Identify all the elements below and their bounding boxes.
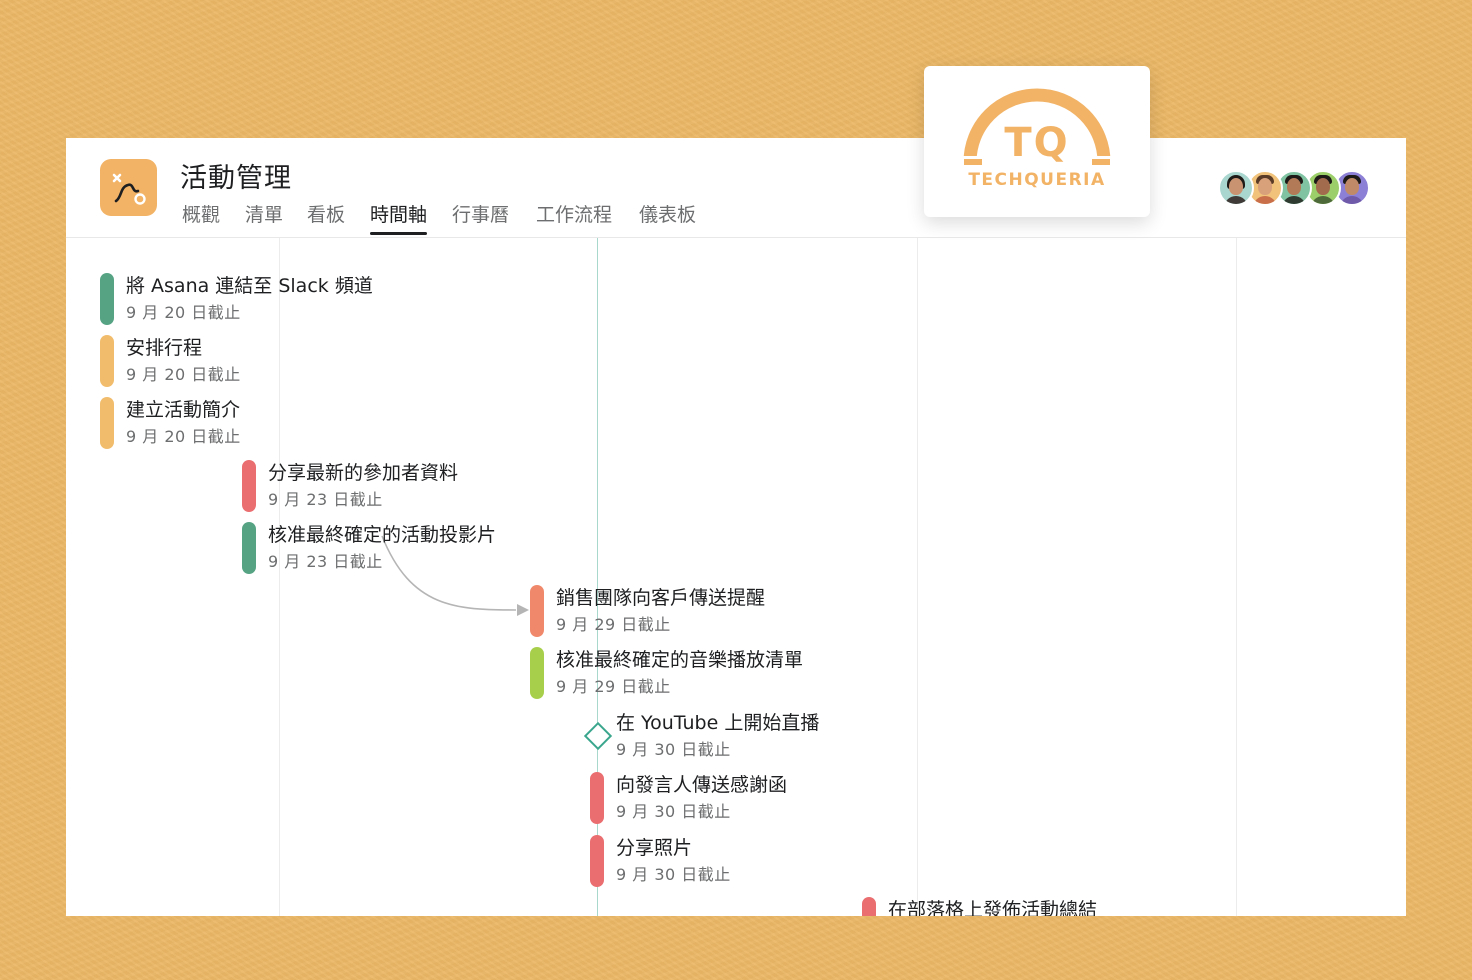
timeline-task[interactable]: 核准最終確定的活動投影片 9 月 23 日截止 <box>242 522 562 578</box>
task-name: 分享照片 <box>616 837 693 859</box>
techqueria-logo-card: TQ TECHQUERIA <box>924 66 1150 217</box>
task-due-date: 9 月 30 日截止 <box>616 740 731 759</box>
milestone-diamond-icon[interactable] <box>583 721 613 751</box>
task-due-date: 9 月 30 日截止 <box>616 865 731 884</box>
task-name: 安排行程 <box>126 337 203 359</box>
task-bar[interactable] <box>590 835 604 887</box>
task-name: 核准最終確定的音樂播放清單 <box>556 649 804 671</box>
app-window: 活動管理 概觀 清單 看板 時間軸 行事曆 工作流程 儀表板 將 Asana 連… <box>66 138 1406 916</box>
timeline-task[interactable]: 分享照片 9 月 30 日截止 <box>590 835 910 891</box>
task-name: 分享最新的參加者資料 <box>268 462 459 484</box>
timeline-task[interactable]: 銷售團隊向客戶傳送提醒 9 月 29 日截止 <box>530 585 850 641</box>
logo-name: TECHQUERIA <box>968 170 1106 190</box>
task-name: 向發言人傳送感謝函 <box>616 774 788 796</box>
task-due-date: 9 月 23 日截止 <box>268 552 383 571</box>
timeline-task[interactable]: 建立活動簡介 9 月 20 日截止 <box>100 397 400 453</box>
task-bar[interactable] <box>242 522 256 574</box>
timeline-task[interactable]: 分享最新的參加者資料 9 月 23 日截止 <box>242 460 542 516</box>
task-name: 銷售團隊向客戶傳送提醒 <box>556 587 766 609</box>
task-name: 在 YouTube 上開始直播 <box>616 712 820 734</box>
task-due-date: 9 月 20 日截止 <box>126 303 241 322</box>
task-due-date: 9 月 29 日截止 <box>556 615 671 634</box>
timeline-task[interactable]: 將 Asana 連結至 Slack 頻道 9 月 20 日截止 <box>100 273 500 329</box>
timeline-task[interactable]: 在部落格上發佈活動總結 <box>862 897 1182 916</box>
avatar[interactable] <box>1218 170 1254 206</box>
task-due-date: 9 月 20 日截止 <box>126 365 241 384</box>
task-due-date: 9 月 23 日截止 <box>268 490 383 509</box>
task-bar[interactable] <box>100 335 114 387</box>
logo-mark: TQ <box>1004 120 1070 166</box>
timeline-task[interactable]: 安排行程 9 月 20 日截止 <box>100 335 400 391</box>
task-bar[interactable] <box>100 273 114 325</box>
task-bar[interactable] <box>100 397 114 449</box>
task-bar[interactable] <box>590 772 604 824</box>
member-avatars[interactable] <box>1218 170 1378 206</box>
task-due-date: 9 月 20 日截止 <box>126 427 241 446</box>
task-bar[interactable] <box>242 460 256 512</box>
timeline-task[interactable]: 向發言人傳送感謝函 9 月 30 日截止 <box>590 772 910 828</box>
timeline-milestone[interactable]: 在 YouTube 上開始直播 9 月 30 日截止 <box>583 710 906 766</box>
task-due-date: 9 月 30 日截止 <box>616 802 731 821</box>
timeline-task[interactable]: 核准最終確定的音樂播放清單 9 月 29 日截止 <box>530 647 850 703</box>
task-name: 將 Asana 連結至 Slack 頻道 <box>126 275 373 297</box>
task-bar[interactable] <box>530 647 544 699</box>
task-bar[interactable] <box>530 585 544 637</box>
task-name: 在部落格上發佈活動總結 <box>888 899 1098 916</box>
task-name: 建立活動簡介 <box>126 399 241 421</box>
task-bar[interactable] <box>862 897 876 916</box>
task-due-date: 9 月 29 日截止 <box>556 677 671 696</box>
task-name: 核准最終確定的活動投影片 <box>268 524 497 546</box>
